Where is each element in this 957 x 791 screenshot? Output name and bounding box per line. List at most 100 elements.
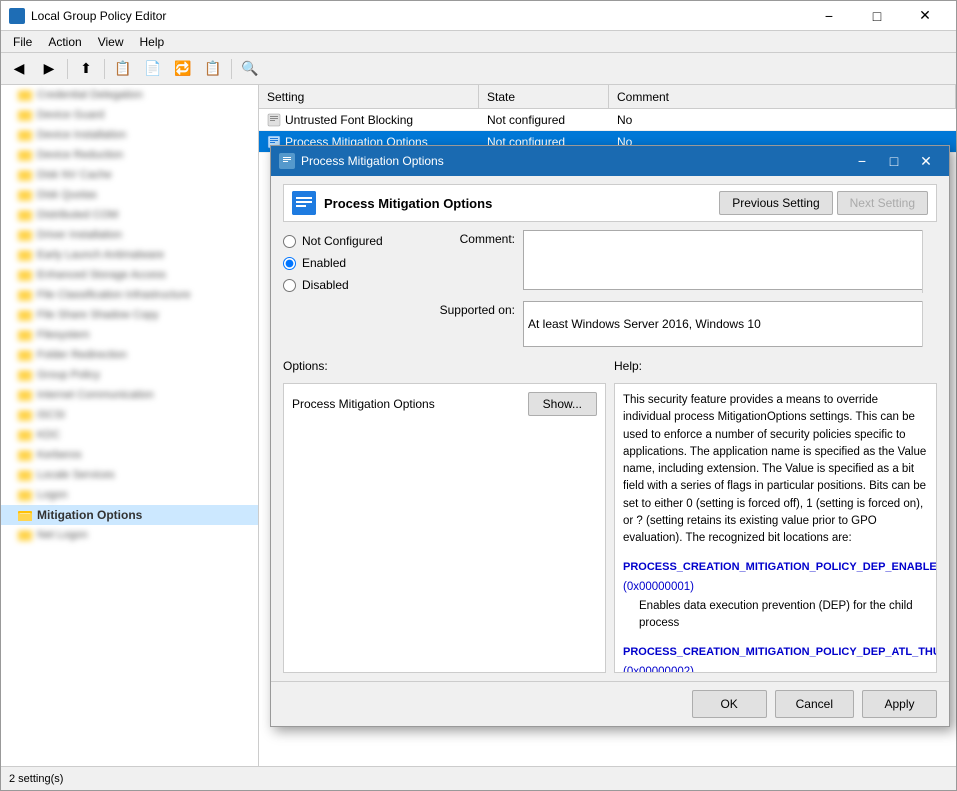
dialog-close-button[interactable]: ✕ [911,149,941,173]
menu-file[interactable]: File [5,33,40,51]
folder-icon [17,447,33,463]
options-label: Options: [283,355,606,375]
sidebar-item-mitigation-options[interactable]: Mitigation Options [1,505,258,525]
cancel-button[interactable]: Cancel [775,690,854,718]
folder-icon [17,127,33,143]
sidebar-item-early-launch[interactable]: Early Launch Antimalware [1,245,258,265]
properties-button[interactable]: 📄 [139,56,167,82]
comment-supported-area: Comment: Supported on: At least Windows … [435,230,937,347]
sidebar-item-device-installation[interactable]: Device Installation [1,125,258,145]
comment-textarea[interactable] [523,230,937,290]
forward-button[interactable]: ▶ [35,56,63,82]
radio-group: Not Configured Enabled Disabled [283,230,423,347]
minimize-button[interactable]: − [806,1,852,31]
column-setting[interactable]: Setting [259,85,479,108]
filter-button[interactable]: 🔍 [236,56,264,82]
help-text-1: This security feature provides a means t… [623,392,928,547]
folder-icon [17,207,33,223]
folder-icon [17,527,33,543]
dialog-app-icon [279,153,295,169]
sidebar-item-locale-services[interactable]: Locale Services [1,465,258,485]
sidebar-item-net-logon[interactable]: Net Logon [1,525,258,545]
export-button[interactable]: 📋 [199,56,227,82]
show-hide-button[interactable]: 📋 [109,56,137,82]
setting-header-icon [292,191,316,215]
table-header: Setting State Comment [259,85,956,109]
sidebar-item-kerberos[interactable]: Kerberos [1,445,258,465]
sidebar-item-file-share[interactable]: File Share Shadow Copy [1,305,258,325]
supported-scrollbar[interactable] [922,301,937,347]
dialog-title-bar: Process Mitigation Options − □ ✕ [271,146,949,176]
toolbar: ◀ ▶ ⬆ 📋 📄 🔁 📋 🔍 [1,53,956,85]
folder-icon [17,167,33,183]
radio-enabled[interactable]: Enabled [283,256,423,270]
toolbar-separator-2 [104,59,105,79]
folder-icon [17,367,33,383]
dialog-minimize-button[interactable]: − [847,149,877,173]
menu-view[interactable]: View [90,33,132,51]
column-state[interactable]: State [479,85,609,108]
help-label: Help: [606,355,937,375]
column-comment[interactable]: Comment [609,85,956,108]
folder-icon [17,187,33,203]
comment-scrollbar[interactable] [922,230,937,293]
sidebar-item-distributed-com[interactable]: Distributed COM [1,205,258,225]
next-setting-button[interactable]: Next Setting [837,191,928,215]
sidebar-item-internet-communication[interactable]: Internet Communication [1,385,258,405]
sidebar-item-disk-nv-cache[interactable]: Disk NV Cache [1,165,258,185]
radio-disabled-input[interactable] [283,279,296,292]
sidebar-item-group-policy[interactable]: Group Policy [1,365,258,385]
radio-enabled-input[interactable] [283,257,296,270]
help-text-2: Enables data execution prevention (DEP) … [639,598,928,633]
help-code-1: PROCESS_CREATION_MITIGATION_POLICY_DEP_E… [623,561,937,573]
sidebar-item-enhanced-storage[interactable]: Enhanced Storage Access [1,265,258,285]
folder-icon [17,267,33,283]
help-hex-1: (0x00000001) [623,581,694,593]
refresh-button[interactable]: 🔁 [169,56,197,82]
up-button[interactable]: ⬆ [72,56,100,82]
folder-icon [17,467,33,483]
comment-field-row: Comment: [435,230,937,293]
dialog-process-mitigation: Process Mitigation Options − □ ✕ Process… [270,145,950,727]
folder-icon [17,287,33,303]
radio-disabled[interactable]: Disabled [283,278,423,292]
radio-enabled-label: Enabled [302,256,346,270]
maximize-button[interactable]: □ [854,1,900,31]
dialog-content: Process Mitigation Options Previous Sett… [271,176,949,681]
toolbar-separator-3 [231,59,232,79]
sidebar-item-driver-installation[interactable]: Driver Installation [1,225,258,245]
dialog-maximize-button[interactable]: □ [879,149,909,173]
show-button[interactable]: Show... [528,392,597,416]
sidebar-item-folder-redirection[interactable]: Folder Redirection [1,345,258,365]
sidebar-item-credential-delegation[interactable]: Credential Delegation [1,85,258,105]
menu-action[interactable]: Action [40,33,89,51]
sidebar-item-logon[interactable]: Logon [1,485,258,505]
sidebar-item-device-guard[interactable]: Device Guard [1,105,258,125]
table-row[interactable]: Untrusted Font Blocking Not configured N… [259,109,956,131]
back-button[interactable]: ◀ [5,56,33,82]
help-hex-2: (0x00000002) [623,666,694,674]
sidebar-item-file-classification[interactable]: File Classification Infrastructure [1,285,258,305]
dialog-footer: OK Cancel Apply [271,681,949,726]
sidebar-item-kdc[interactable]: KDC [1,425,258,445]
options-row: Process Mitigation Options Show... [292,392,597,416]
radio-not-configured[interactable]: Not Configured [283,234,423,248]
cell-setting-1: Untrusted Font Blocking [259,113,479,127]
radio-disabled-label: Disabled [302,278,349,292]
folder-icon [17,407,33,423]
radio-not-configured-input[interactable] [283,235,296,248]
sidebar-item-disk-quotas[interactable]: Disk Quotas [1,185,258,205]
previous-setting-button[interactable]: Previous Setting [719,191,832,215]
sidebar-item-iscsi[interactable]: iSCSI [1,405,258,425]
sidebar-item-filesystem[interactable]: Filesystem [1,325,258,345]
menu-help[interactable]: Help [132,33,173,51]
setting-header-title: Process Mitigation Options [324,196,711,211]
window-title: Local Group Policy Editor [31,9,806,23]
cell-comment-1: No [609,113,956,127]
status-text: 2 setting(s) [9,773,63,785]
sidebar-item-device-reduction[interactable]: Device Reduction [1,145,258,165]
menu-bar: File Action View Help [1,31,956,53]
apply-button[interactable]: Apply [862,690,937,718]
close-button[interactable]: ✕ [902,1,948,31]
ok-button[interactable]: OK [692,690,767,718]
